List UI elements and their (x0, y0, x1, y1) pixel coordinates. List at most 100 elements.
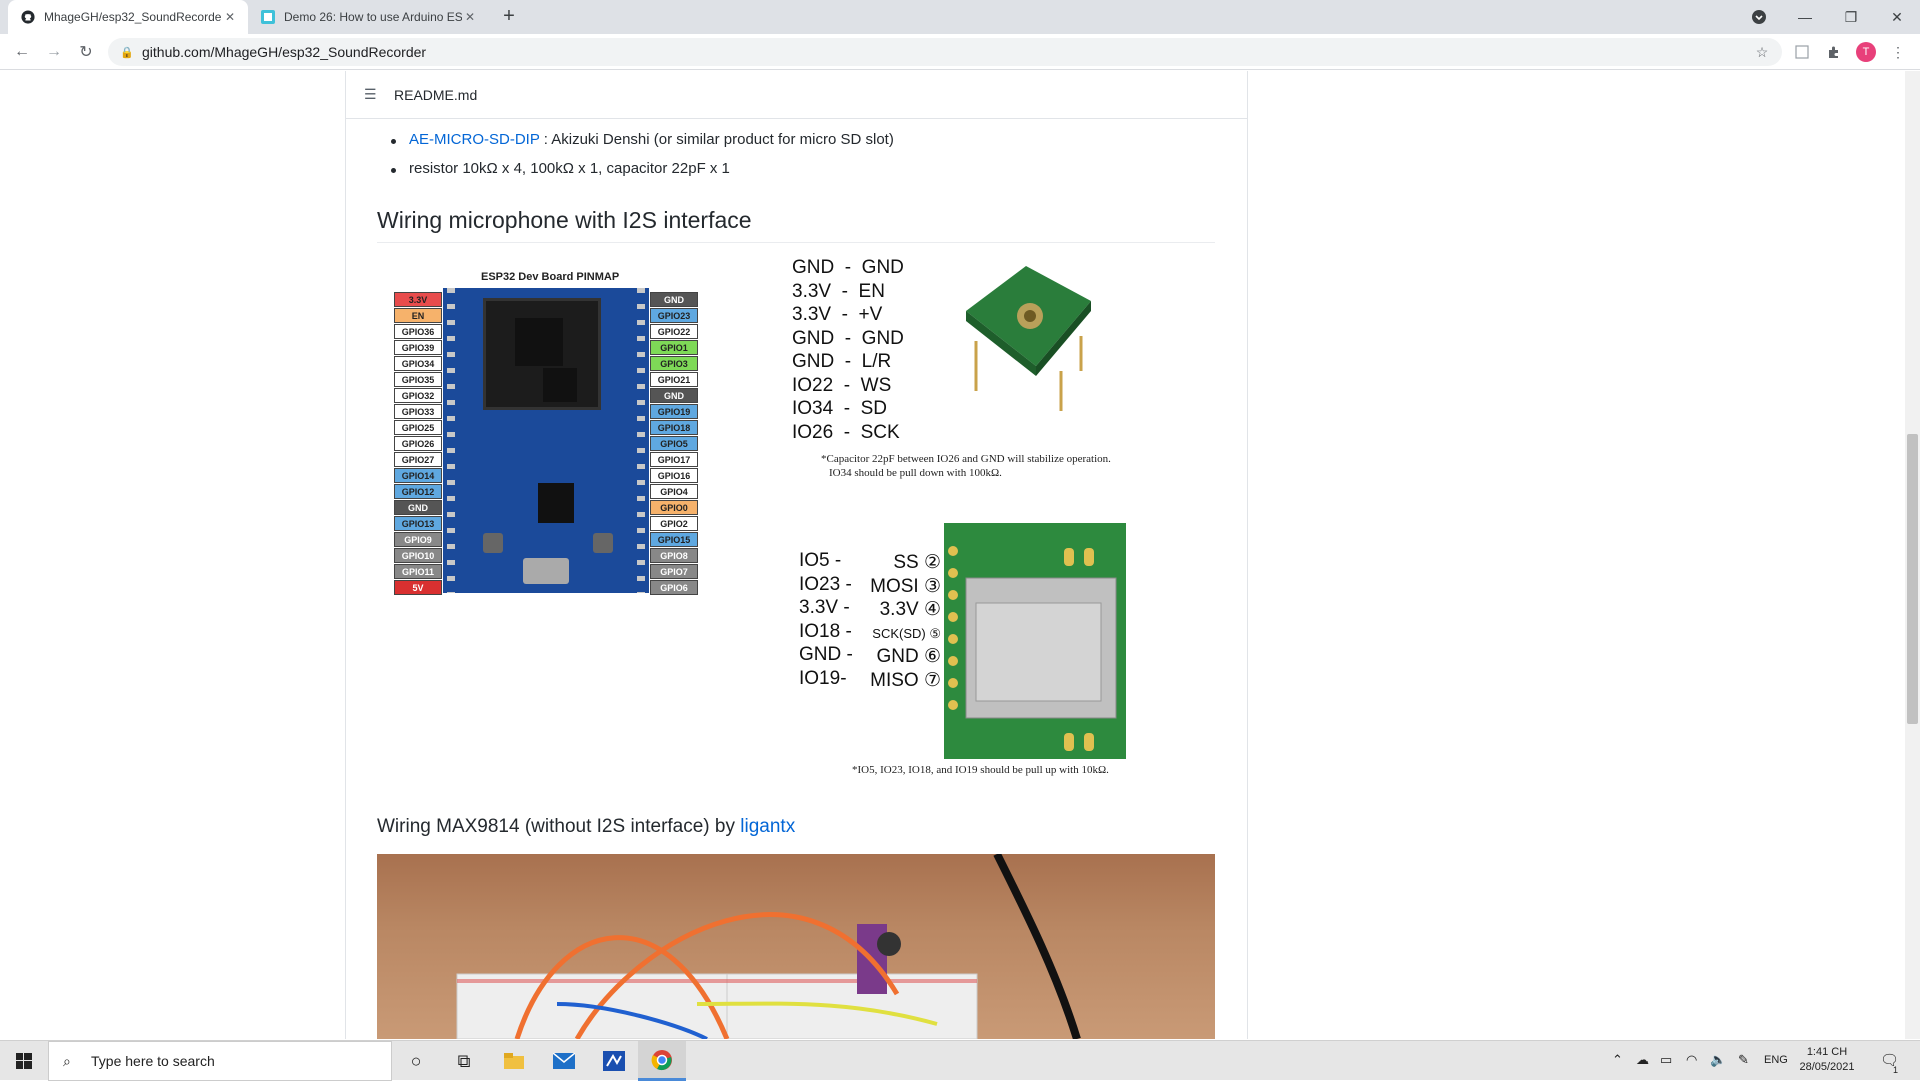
pin-label: GPIO34 (394, 356, 442, 371)
mic-note: *Capacitor 22pF between IO26 and GND wil… (821, 453, 1111, 465)
wiring-line: IO34 - SD (792, 398, 888, 419)
wifi-icon[interactable]: ◠ (1686, 1052, 1697, 1068)
bookmark-star-icon[interactable]: ☆ (1752, 42, 1772, 62)
boot-button (593, 533, 613, 553)
pin-label: GND (394, 500, 442, 515)
chip (515, 318, 563, 366)
mic-note: IO34 should be pull down with 100kΩ. (829, 467, 1002, 479)
pin-label: GPIO13 (394, 516, 442, 531)
tab-title: Demo 26: How to use Arduino ES (284, 10, 462, 24)
tab-arduino-demo[interactable]: Demo 26: How to use Arduino ES ✕ (248, 0, 488, 34)
task-view-icon[interactable]: ⧉ (440, 1041, 488, 1081)
left-pin-rail (447, 288, 455, 593)
forward-icon[interactable]: → (42, 40, 66, 64)
wiring-line: IO22 - WS (792, 374, 892, 396)
pin-label: GPIO0 (650, 500, 698, 515)
pin-label: GPIO27 (394, 452, 442, 467)
chrome-icon[interactable] (638, 1041, 686, 1081)
reload-icon[interactable]: ↻ (74, 40, 98, 64)
battery-icon[interactable]: ▭ (1660, 1052, 1672, 1068)
sd-wiring-line: IO23 - (799, 573, 852, 595)
back-icon[interactable]: ← (10, 40, 34, 64)
clock-time: 1:41 CH (1806, 1046, 1848, 1058)
pin-label: GPIO22 (650, 324, 698, 339)
system-clock[interactable]: 1:41 CH 28/05/2021 (1787, 1045, 1867, 1075)
list-icon[interactable]: ☰ (364, 86, 380, 103)
pin-label: GPIO18 (650, 420, 698, 435)
usb-uart-chip (538, 483, 574, 523)
scrollbar-thumb[interactable] (1907, 434, 1918, 724)
file-explorer-icon[interactable] (490, 1041, 538, 1081)
pin-label: GPIO25 (394, 420, 442, 435)
readme-container: ☰ README.md AE-MICRO-SD-DIP : Akizuki De… (345, 71, 1248, 1039)
pin-label: GPIO15 (650, 532, 698, 547)
pin-label: GPIO11 (394, 564, 442, 579)
close-window-button[interactable]: ✕ (1874, 0, 1920, 34)
windows-start-icon[interactable] (0, 1041, 48, 1081)
sd-pin-line: 3.3V ④ (879, 599, 941, 620)
pcb-board (443, 288, 649, 593)
profile-avatar[interactable]: T (1856, 42, 1876, 62)
chip (543, 368, 577, 402)
extension-icon[interactable] (1792, 42, 1812, 62)
restore-button[interactable]: ❐ (1828, 0, 1874, 34)
sd-wiring-line: IO18 - (799, 620, 852, 642)
pin-label: GPIO1 (650, 340, 698, 355)
address-bar[interactable]: 🔒 github.com/MhageGH/esp32_SoundRecorder (108, 38, 1782, 66)
sd-pin-line: MOSI ③ (870, 575, 941, 597)
mic-module-image (956, 261, 1096, 411)
volume-muted-icon[interactable]: 🔈 (1710, 1052, 1726, 1068)
github-icon (20, 9, 36, 25)
app-icon[interactable] (590, 1041, 638, 1081)
pin-label: GPIO16 (650, 468, 698, 483)
pin-label: GPIO39 (394, 340, 442, 355)
language-indicator[interactable]: ENG (1764, 1054, 1788, 1066)
list-item-text: resistor 10kΩ x 4, 100kΩ x 1, capacitor … (409, 160, 730, 177)
heading-divider (377, 242, 1215, 243)
pin-label: GND (650, 292, 698, 307)
minimize-button[interactable]: — (1782, 0, 1828, 34)
section-heading: Wiring microphone with I2S interface (377, 207, 752, 233)
en-button (483, 533, 503, 553)
tab-search-icon[interactable] (1736, 0, 1782, 34)
menu-kebab-icon[interactable]: ⋮ (1888, 42, 1908, 62)
pen-icon[interactable]: ✎ (1738, 1052, 1749, 1068)
cortana-icon[interactable]: ○ (392, 1041, 440, 1081)
sd-pin-line: GND ⑥ (876, 646, 941, 667)
onedrive-icon[interactable]: ☁ (1636, 1052, 1649, 1068)
chevron-up-icon[interactable]: ⌃ (1612, 1052, 1623, 1068)
wiring-line: 3.3V - +V (792, 304, 883, 325)
pin-label: 3.3V (394, 292, 442, 307)
tab-github-repo[interactable]: MhageGH/esp32_SoundRecorde ✕ (8, 0, 248, 34)
pin-label: GPIO23 (650, 308, 698, 323)
ligantx-link[interactable]: ligantx (740, 816, 795, 837)
site-icon (260, 9, 276, 25)
right-pin-rail (637, 288, 645, 593)
extensions-puzzle-icon[interactable] (1824, 42, 1844, 62)
lock-icon: 🔒 (120, 46, 134, 59)
close-icon[interactable]: ✕ (222, 9, 238, 25)
sd-wiring-line: IO5 - (799, 550, 842, 571)
readme-header: ☰ README.md (346, 71, 1247, 119)
pin-label: GPIO17 (650, 452, 698, 467)
pin-label: GPIO19 (650, 404, 698, 419)
url-text: github.com/MhageGH/esp32_SoundRecorder (142, 44, 427, 60)
ae-micro-sd-dip-link[interactable]: AE-MICRO-SD-DIP (409, 131, 540, 148)
list-item-text: : Akizuki Denshi (or similar product for… (539, 131, 894, 148)
sd-wiring-line: 3.3V - (799, 597, 850, 618)
pin-label: GND (650, 388, 698, 403)
pin-label: EN (394, 308, 442, 323)
new-tab-button[interactable]: + (498, 6, 520, 28)
sd-pin-line: SCK(SD) ⑤ (872, 625, 941, 641)
close-icon[interactable]: ✕ (462, 9, 478, 25)
sd-wiring-line: GND - (799, 644, 853, 665)
sd-note: *IO5, IO23, IO18, and IO19 should be pul… (852, 764, 1109, 776)
taskbar-search-input[interactable]: ⌕ Type here to search (48, 1041, 392, 1081)
list-item: AE-MICRO-SD-DIP : Akizuki Denshi (or sim… (391, 131, 894, 148)
mail-icon[interactable] (540, 1041, 588, 1081)
sd-pin-line: SS ② (893, 552, 941, 573)
wiring-line: 3.3V - EN (792, 280, 885, 302)
search-placeholder: Type here to search (91, 1053, 215, 1069)
readme-filename: README.md (394, 86, 478, 103)
pin-label: GPIO2 (650, 516, 698, 531)
